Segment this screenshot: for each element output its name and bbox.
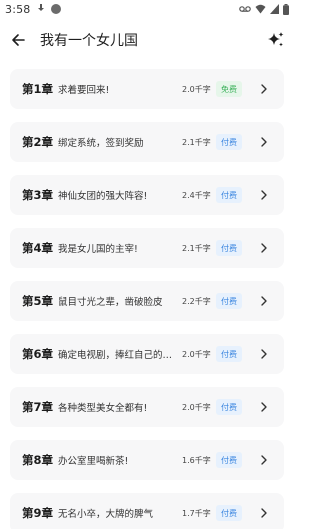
circle-icon	[50, 4, 61, 14]
chapter-word-count: 2.1千字	[182, 137, 211, 147]
chevron-right-icon	[258, 189, 270, 201]
chapter-title: 确定电视剧，捧红自己的…	[58, 350, 173, 361]
download-icon	[37, 4, 45, 14]
sparkle-button[interactable]	[264, 28, 288, 52]
chevron-right-icon	[258, 242, 270, 254]
chapter-number: 第6章	[22, 347, 54, 361]
page-title: 我有一个女儿国	[40, 33, 138, 49]
sparkle-icon	[268, 32, 284, 47]
signal-icon	[270, 4, 279, 14]
chevron-right-icon	[258, 507, 270, 519]
chevron-right-icon	[258, 454, 270, 466]
chapter-item-5[interactable]: 第5章 鼠目寸光之辈，凿破脸皮 2.2千字 付费	[10, 281, 284, 321]
chapter-number: 第2章	[22, 135, 54, 149]
chapter-title: 办公室里喝新茶!	[58, 456, 129, 467]
paid-badge: 付费	[216, 134, 242, 150]
free-badge: 免费	[216, 81, 242, 97]
wifi-icon	[255, 4, 266, 14]
chapter-title: 绑定系统，签到奖励	[58, 138, 144, 149]
paid-badge: 付费	[216, 293, 242, 309]
chapter-number: 第5章	[22, 294, 54, 308]
chapter-number: 第8章	[22, 453, 54, 467]
chapter-word-count: 2.4千字	[182, 190, 211, 200]
battery-icon	[283, 3, 289, 15]
status-right	[239, 3, 289, 15]
chapter-number: 第9章	[22, 506, 54, 520]
chapter-word-count: 1.7千字	[182, 508, 211, 518]
paid-badge: 付费	[216, 240, 242, 256]
chapter-title: 我是女儿国的主宰!	[58, 244, 138, 255]
chevron-right-icon	[258, 401, 270, 413]
status-bar: 3:58	[0, 0, 296, 18]
chapter-item-2[interactable]: 第2章 绑定系统，签到奖励 2.1千字 付费	[10, 122, 284, 162]
chapter-number: 第1章	[22, 82, 54, 96]
paid-badge: 付费	[216, 346, 242, 362]
chevron-right-icon	[258, 295, 270, 307]
chapter-word-count: 2.2千字	[182, 296, 211, 306]
paid-badge: 付费	[216, 505, 242, 521]
chapter-word-count: 1.6千字	[182, 455, 211, 465]
chapter-number: 第4章	[22, 241, 54, 255]
chapter-item-7[interactable]: 第7章 各种类型美女全都有! 2.0千字 付费	[10, 387, 284, 427]
chapter-number: 第7章	[22, 400, 54, 414]
chapter-number: 第3章	[22, 188, 54, 202]
chapter-title: 鼠目寸光之辈，凿破脸皮	[58, 297, 163, 308]
paid-badge: 付费	[216, 187, 242, 203]
chapter-title: 求着要回来!	[58, 85, 110, 96]
chapter-word-count: 2.1千字	[182, 243, 211, 253]
chapter-title: 各种类型美女全都有!	[58, 403, 148, 414]
chapter-item-9[interactable]: 第9章 无名小卒，大牌的脾气 1.7千字 付费	[10, 493, 284, 529]
chapter-word-count: 2.0千字	[182, 402, 211, 412]
chevron-right-icon	[258, 83, 270, 95]
chapter-item-1[interactable]: 第1章 求着要回来! 2.0千字 免费	[10, 69, 284, 109]
chapter-word-count: 2.0千字	[182, 84, 211, 94]
paid-badge: 付费	[216, 399, 242, 415]
chapter-item-3[interactable]: 第3章 神仙女团的强大阵容! 2.4千字 付费	[10, 175, 284, 215]
chevron-right-icon	[258, 348, 270, 360]
status-left: 3:58	[5, 3, 61, 16]
chapter-word-count: 2.0千字	[182, 349, 211, 359]
app-bar: 我有一个女儿国	[0, 22, 296, 58]
status-time: 3:58	[5, 2, 31, 16]
chapter-item-8[interactable]: 第8章 办公室里喝新茶! 1.6千字 付费	[10, 440, 284, 480]
paid-badge: 付费	[216, 452, 242, 468]
chapter-title: 无名小卒，大牌的脾气	[58, 509, 154, 520]
chapter-item-6[interactable]: 第6章 确定电视剧，捧红自己的… 2.0千字 付费	[10, 334, 284, 374]
chevron-right-icon	[258, 136, 270, 148]
chapter-item-4[interactable]: 第4章 我是女儿国的主宰! 2.1千字 付费	[10, 228, 284, 268]
arrow-left-icon	[12, 34, 25, 46]
voicemail-icon	[239, 6, 251, 12]
back-button[interactable]	[0, 22, 36, 58]
chapter-title: 神仙女团的强大阵容!	[58, 191, 148, 202]
